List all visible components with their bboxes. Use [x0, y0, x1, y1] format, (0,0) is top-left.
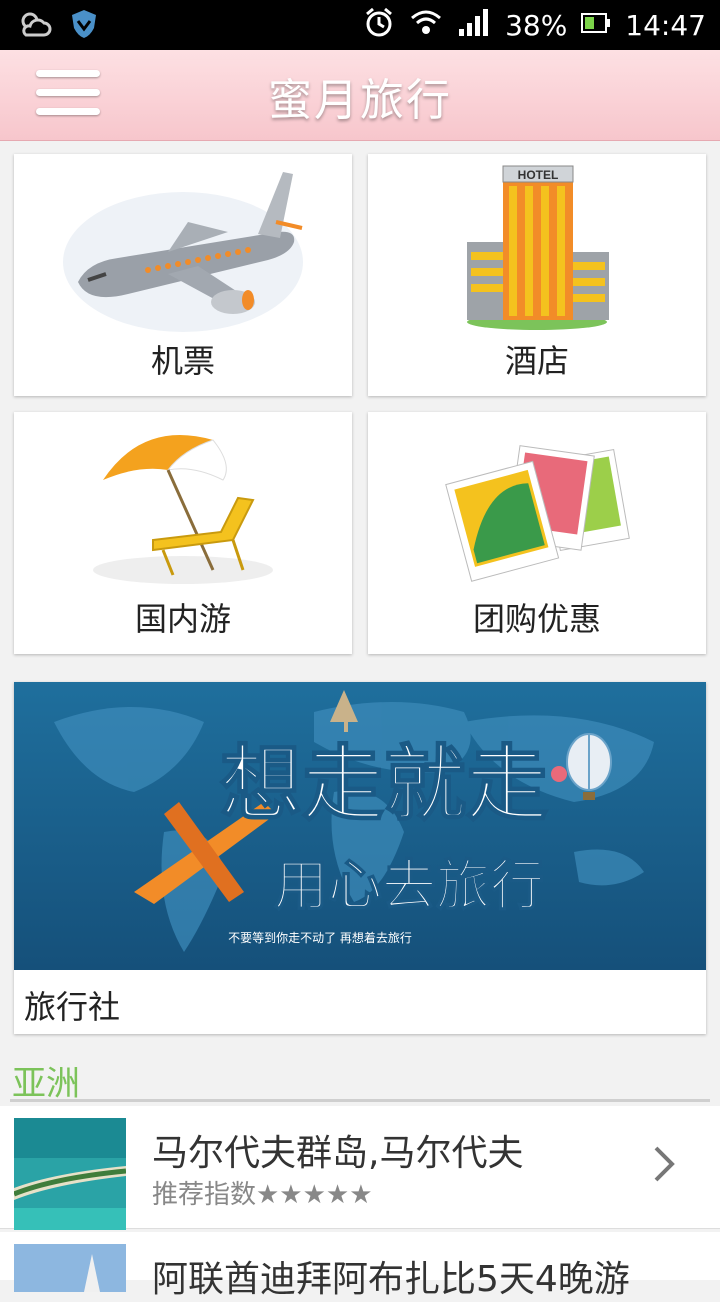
list-item[interactable]: 阿联酋迪拜阿布扎比5天4晚游	[0, 1232, 720, 1300]
wifi-icon	[409, 7, 443, 44]
photos-icon	[445, 445, 630, 582]
banner-subheadline: 用心去旅行	[274, 854, 544, 917]
banner-tagline: 不要等到你走不动了 再想着去旅行	[228, 930, 412, 945]
travel-agency-banner[interactable]: 想走就走 用心去旅行 不要等到你走不动了 再想着去旅行 旅行社	[14, 682, 706, 1034]
section-divider	[10, 1099, 710, 1102]
tile-group-deals[interactable]: 团购优惠	[368, 412, 706, 654]
battery-percent: 38%	[505, 9, 568, 42]
section-title-asia: 亚洲	[12, 1064, 80, 1104]
tile-label: 酒店	[504, 342, 569, 380]
page-title: 蜜月旅行	[268, 75, 452, 126]
tile-label: 团购优惠	[472, 600, 601, 638]
destination-thumbnail	[13, 1118, 127, 1230]
airplane-icon	[63, 172, 303, 332]
svg-text:HOTEL: HOTEL	[518, 168, 559, 182]
destination-thumbnail	[14, 1244, 126, 1292]
banner-label: 旅行社	[24, 988, 121, 1026]
title-bar: 蜜月旅行	[0, 50, 720, 141]
hotel-icon: HOTEL	[467, 165, 609, 330]
signal-icon	[457, 7, 491, 44]
battery-icon	[581, 9, 611, 42]
tile-label: 机票	[150, 342, 215, 380]
tile-label: 国内游	[134, 600, 231, 638]
tile-domestic-tour[interactable]: 国内游	[14, 412, 352, 654]
beach-umbrella-icon	[93, 435, 273, 584]
tile-flights[interactable]: 机票	[14, 154, 352, 396]
list-item[interactable]: 马尔代夫群岛,马尔代夫 推荐指数★★★★★	[0, 1106, 720, 1230]
status-bar: 38% 14:47	[0, 0, 720, 50]
banner-headline: 想走就走	[220, 737, 548, 832]
banner-image: 想走就走 用心去旅行 不要等到你走不动了 再想着去旅行	[14, 682, 706, 970]
destination-name: 阿联酋迪拜阿布扎比5天4晚游	[152, 1259, 630, 1300]
tile-hotel[interactable]: HOTEL 酒店	[368, 154, 706, 396]
weather-icon	[18, 9, 52, 43]
clock-time: 14:47	[625, 9, 706, 42]
shield-icon	[70, 8, 98, 44]
alarm-icon	[363, 6, 395, 45]
destination-rating: 推荐指数★★★★★	[152, 1180, 373, 1210]
chevron-right-icon[interactable]	[652, 1144, 676, 1188]
destination-name: 马尔代夫群岛,马尔代夫	[152, 1133, 524, 1174]
